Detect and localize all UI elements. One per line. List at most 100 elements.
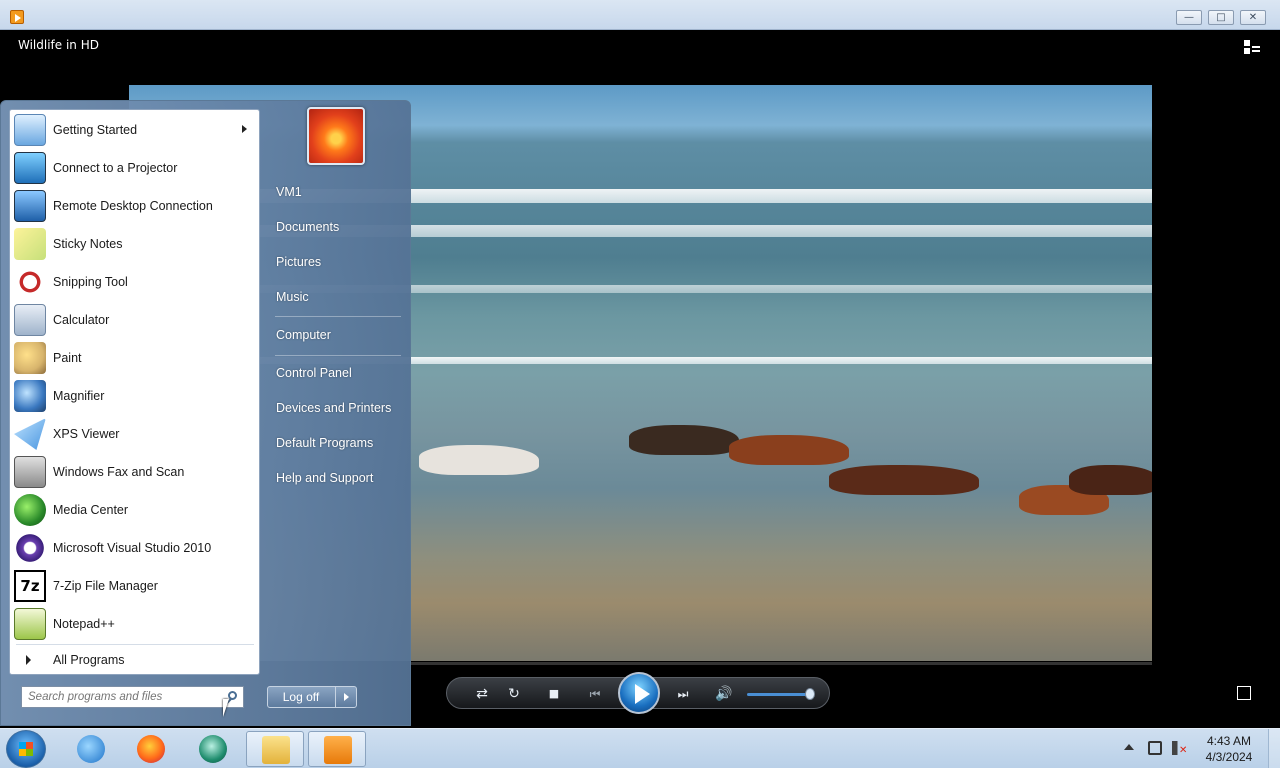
- internet-explorer-icon: [77, 735, 105, 763]
- start-menu: Getting Started Connect to a Projector Rem…: [0, 100, 411, 726]
- program-label: XPS Viewer: [53, 427, 120, 441]
- maximize-button[interactable]: □: [1208, 10, 1234, 25]
- program-label: Snipping Tool: [53, 275, 128, 289]
- taskbar: ✕ 4:43 AM 4/3/2024: [0, 728, 1280, 768]
- start-menu-link[interactable]: VM1: [269, 179, 404, 205]
- player-controls: ⇄ ↻ ■ ⏮ ⏭ 🔊: [446, 672, 830, 714]
- fullscreen-icon[interactable]: [1237, 686, 1251, 700]
- clock-date: 4/3/2024: [1205, 750, 1253, 764]
- window-titlebar: — □ ✕: [0, 0, 1280, 30]
- program-item[interactable]: Media Center: [14, 492, 257, 528]
- start-menu-link[interactable]: Computer: [269, 322, 404, 348]
- seek-bar[interactable]: [410, 662, 1152, 665]
- repeat-icon[interactable]: ↻: [503, 678, 525, 710]
- taskbar-firefox[interactable]: [122, 731, 180, 767]
- start-button[interactable]: [6, 730, 46, 768]
- xps-viewer-icon: [14, 418, 46, 450]
- start-menu-link[interactable]: Help and Support: [269, 465, 404, 491]
- switch-to-library-icon[interactable]: [1244, 40, 1260, 54]
- program-item[interactable]: Microsoft Visual Studio 2010: [14, 530, 257, 566]
- user-picture[interactable]: [307, 107, 365, 165]
- all-programs-label: All Programs: [53, 653, 125, 667]
- next-icon[interactable]: ⏭: [669, 678, 697, 710]
- program-item[interactable]: Paint: [14, 340, 257, 376]
- firefox-icon: [137, 735, 165, 763]
- chevron-right-icon[interactable]: [242, 125, 247, 133]
- paint-icon: [14, 342, 46, 374]
- log-off-button[interactable]: Log off: [267, 686, 357, 708]
- start-menu-link[interactable]: Default Programs: [269, 430, 404, 456]
- program-item[interactable]: Windows Fax and Scan: [14, 454, 257, 490]
- minimize-button[interactable]: —: [1176, 10, 1202, 25]
- start-menu-link[interactable]: Music: [269, 284, 404, 310]
- projector-icon: [14, 152, 46, 184]
- program-label: 7-Zip File Manager: [53, 579, 158, 593]
- start-menu-link[interactable]: Control Panel: [269, 360, 404, 386]
- calculator-icon: [14, 304, 46, 336]
- shuffle-icon[interactable]: ⇄: [471, 678, 493, 710]
- start-menu-link[interactable]: Documents: [269, 214, 404, 240]
- program-item[interactable]: Magnifier: [14, 378, 257, 414]
- show-hidden-icons-icon[interactable]: [1124, 744, 1134, 750]
- program-label: Calculator: [53, 313, 110, 327]
- volume-muted-icon[interactable]: ✕: [1172, 741, 1187, 756]
- search-icon[interactable]: [228, 691, 237, 700]
- previous-icon[interactable]: ⏮: [581, 678, 609, 710]
- program-label: Notepad++: [53, 617, 115, 631]
- shutdown-options-icon[interactable]: [335, 687, 356, 707]
- remote-desktop-icon: [14, 190, 46, 222]
- show-desktop-button[interactable]: [1268, 729, 1280, 768]
- program-item[interactable]: Getting Started: [14, 112, 257, 148]
- media-center-icon: [14, 494, 46, 526]
- program-label: Paint: [53, 351, 82, 365]
- taskbar-internet-explorer[interactable]: [62, 731, 120, 767]
- start-menu-link[interactable]: Pictures: [269, 249, 404, 275]
- app-icon: [199, 735, 227, 763]
- program-item[interactable]: Connect to a Projector: [14, 150, 257, 186]
- sticky-notes-icon: [14, 228, 46, 260]
- program-label: Sticky Notes: [53, 237, 123, 251]
- program-label: Media Center: [53, 503, 129, 517]
- programs-pane: Getting Started Connect to a Projector Rem…: [9, 109, 260, 675]
- clock-time: 4:43 AM: [1206, 734, 1252, 748]
- media-title: Wildlife in HD: [18, 38, 99, 52]
- stop-icon[interactable]: ■: [543, 678, 565, 710]
- seven-zip-icon: 7z: [14, 570, 46, 602]
- chevron-right-icon: [26, 655, 31, 665]
- magnifier-icon: [14, 380, 46, 412]
- scissors-icon: [14, 266, 46, 298]
- start-menu-link[interactable]: Devices and Printers: [269, 395, 404, 421]
- visual-studio-icon: [14, 532, 46, 564]
- search-input[interactable]: [28, 689, 218, 705]
- media-player-icon: [324, 736, 352, 764]
- program-item[interactable]: XPS Viewer: [14, 416, 257, 452]
- taskbar-file-explorer[interactable]: [246, 731, 304, 767]
- all-programs[interactable]: All Programs: [14, 648, 257, 672]
- program-label: Connect to a Projector: [53, 161, 178, 175]
- mouse-cursor: [223, 699, 229, 717]
- close-button[interactable]: ✕: [1240, 10, 1266, 25]
- program-item[interactable]: Notepad++: [14, 606, 257, 642]
- play-icon[interactable]: [618, 672, 660, 714]
- program-item[interactable]: 7z 7-Zip File Manager: [14, 568, 257, 604]
- taskbar-media-player[interactable]: [308, 731, 366, 767]
- volume-icon[interactable]: 🔊: [713, 678, 735, 710]
- notepad-plus-icon: [14, 608, 46, 640]
- volume-slider-thumb[interactable]: [805, 688, 815, 700]
- system-clock[interactable]: 4:43 AM 4/3/2024: [1196, 733, 1262, 765]
- media-player-icon[interactable]: [10, 10, 24, 24]
- program-item[interactable]: Sticky Notes: [14, 226, 257, 262]
- log-off-label: Log off: [282, 690, 320, 704]
- program-item[interactable]: Snipping Tool: [14, 264, 257, 300]
- program-item[interactable]: Calculator: [14, 302, 257, 338]
- program-item[interactable]: Remote Desktop Connection: [14, 188, 257, 224]
- search-box[interactable]: [21, 686, 244, 708]
- program-label: Windows Fax and Scan: [53, 465, 185, 479]
- getting-started-icon: [14, 114, 46, 146]
- program-label: Getting Started: [53, 123, 138, 137]
- volume-slider[interactable]: [747, 693, 811, 696]
- program-label: Remote Desktop Connection: [53, 199, 213, 213]
- network-icon[interactable]: [1148, 741, 1162, 755]
- taskbar-app[interactable]: [184, 731, 242, 767]
- program-label: Microsoft Visual Studio 2010: [53, 541, 212, 555]
